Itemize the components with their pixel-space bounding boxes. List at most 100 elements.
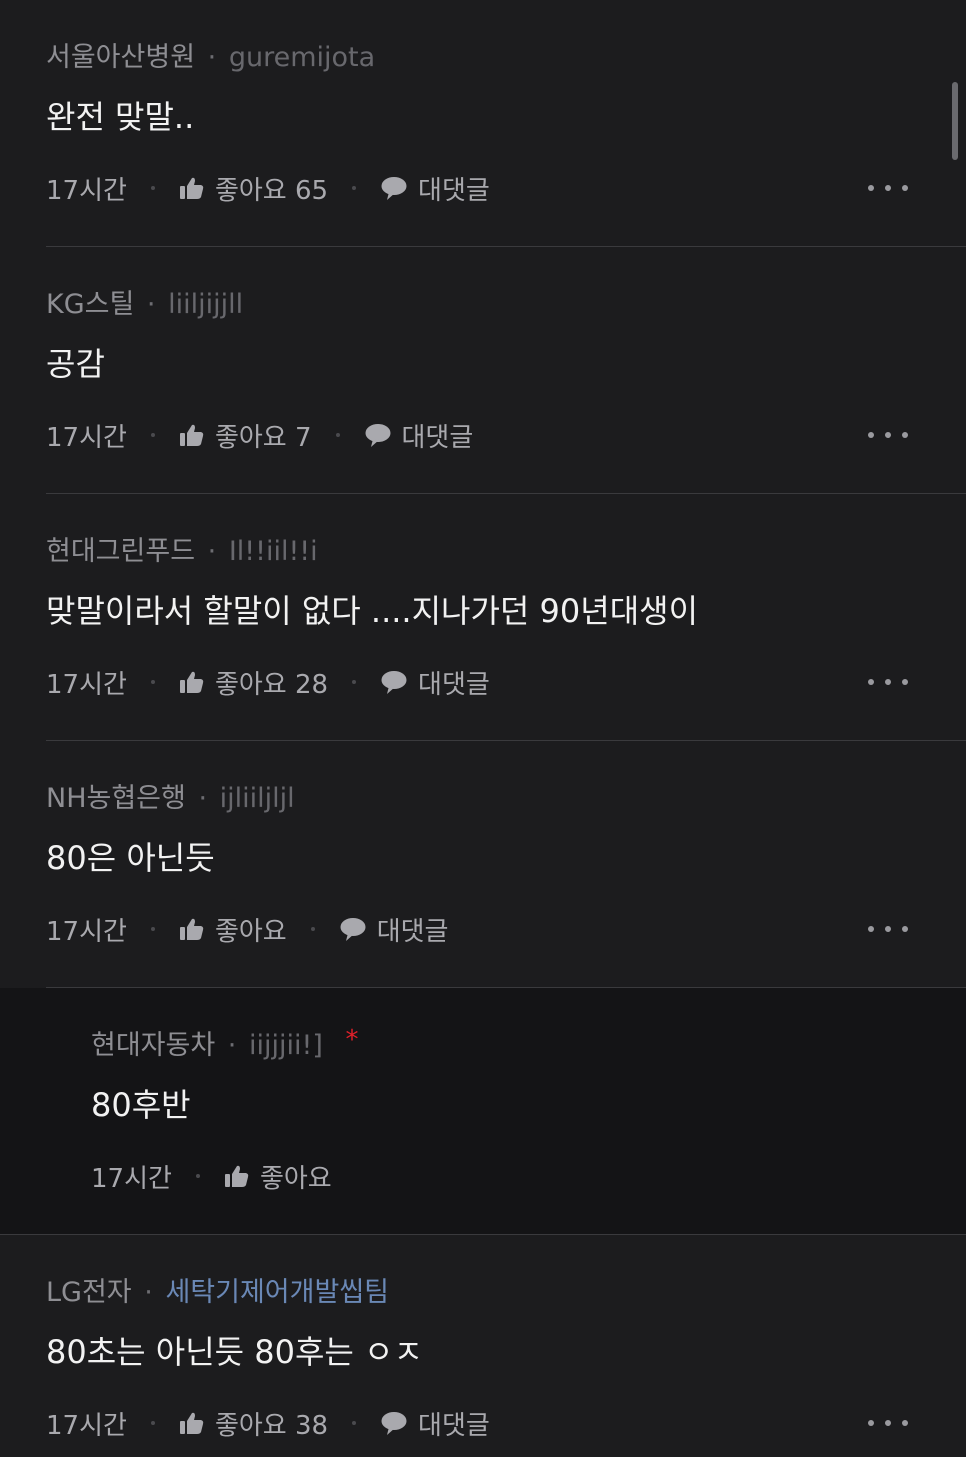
more-dots-icon[interactable] — [868, 909, 908, 949]
more-dots-icon[interactable] — [868, 415, 908, 455]
author-separator: · — [207, 42, 217, 73]
author-company[interactable]: 서울아산병원 — [46, 42, 195, 73]
reply-item: 현대자동차 · iijjjii!] * 80후반 17시간 좋아요 — [0, 988, 966, 1235]
comment-time: 17시간 — [46, 669, 127, 700]
comment-meta: 17시간 좋아요 — [91, 1156, 332, 1196]
comment-meta: 17시간 좋아요 대댓글 — [46, 909, 448, 949]
like-button[interactable]: 좋아요 7 — [179, 417, 312, 454]
author-nickname[interactable]: ijliiljljl — [220, 783, 295, 814]
like-button[interactable]: 좋아요 38 — [179, 1405, 328, 1442]
like-label: 좋아요 28 — [214, 669, 329, 700]
reply-button[interactable]: 대댓글 — [380, 1405, 490, 1442]
comment-author-line: 현대자동차 · iijjjii!] * — [91, 1025, 359, 1066]
comment-author-line: NH농협은행 · ijliiljljl — [46, 779, 295, 819]
comment-item: 서울아산병원 · guremijota 완전 맞말.. 17시간 좋아요 65 — [0, 0, 966, 247]
author-company[interactable]: LG전자 — [46, 1277, 132, 1308]
comment-item: 현대그린푸드 · Il!!iil!!i 맞말이라서 할말이 없다 ....지나가… — [0, 494, 966, 741]
meta-separator — [352, 1421, 357, 1425]
comment-text: 완전 맞말.. — [46, 98, 195, 136]
author-company[interactable]: NH농협은행 — [46, 783, 186, 814]
meta-separator — [150, 680, 155, 684]
thumbs-up-icon — [179, 670, 205, 694]
comment-item: KG스틸 · liiljijjll 공감 17시간 좋아요 7 대댓글 — [0, 247, 966, 494]
like-label: 좋아요 — [214, 916, 287, 947]
author-company[interactable]: 현대그린푸드 — [46, 536, 195, 567]
comment-author-line: 현대그린푸드 · Il!!iil!!i — [46, 532, 318, 572]
comment-meta: 17시간 좋아요 65 대댓글 — [46, 168, 490, 208]
meta-separator — [150, 927, 155, 931]
like-button[interactable]: 좋아요 — [224, 1158, 332, 1195]
comment-item: LG전자 · 세탁기제어개발씹팀 80초는 아닌듯 80후는 ㅇㅈ 17시간 좋… — [0, 1235, 966, 1457]
meta-separator — [352, 680, 357, 684]
meta-separator — [352, 186, 357, 190]
like-button[interactable]: 좋아요 — [179, 911, 287, 948]
like-button[interactable]: 좋아요 28 — [179, 664, 328, 701]
reply-label: 대댓글 — [376, 916, 449, 947]
comment-text: 80은 아닌듯 — [46, 839, 215, 877]
more-dots-icon[interactable] — [868, 1403, 908, 1443]
author-company[interactable]: KG스틸 — [46, 289, 134, 320]
comment-text: 80초는 아닌듯 80후는 ㅇㅈ — [46, 1333, 423, 1371]
thumbs-up-icon — [179, 1411, 205, 1435]
author-separator: · — [198, 783, 208, 814]
author-separator: · — [227, 1030, 237, 1061]
meta-separator — [335, 433, 340, 437]
comment-text: 공감 — [46, 345, 105, 383]
comment-author-line: KG스틸 · liiljijjll — [46, 285, 243, 325]
speech-bubble-icon — [364, 422, 392, 448]
comment-feed: 서울아산병원 · guremijota 완전 맞말.. 17시간 좋아요 65 — [0, 0, 966, 1457]
comment-meta: 17시간 좋아요 38 대댓글 — [46, 1403, 490, 1443]
speech-bubble-icon — [380, 1410, 408, 1436]
comment-text: 맞말이라서 할말이 없다 ....지나가던 90년대생이 — [46, 592, 699, 630]
more-dots-icon[interactable] — [868, 662, 908, 702]
thumbs-up-icon — [179, 176, 205, 200]
comment-time: 17시간 — [91, 1163, 172, 1194]
meta-separator — [150, 433, 155, 437]
reply-button[interactable]: 대댓글 — [339, 911, 449, 948]
meta-separator — [150, 186, 155, 190]
like-button[interactable]: 좋아요 65 — [179, 170, 328, 207]
like-label: 좋아요 38 — [214, 1410, 329, 1441]
reply-button[interactable]: 대댓글 — [380, 664, 490, 701]
author-company[interactable]: 현대자동차 — [91, 1030, 215, 1061]
comment-meta: 17시간 좋아요 7 대댓글 — [46, 415, 473, 455]
meta-separator — [150, 1421, 155, 1425]
speech-bubble-icon — [339, 916, 367, 942]
author-separator: · — [144, 1277, 153, 1308]
comment-meta: 17시간 좋아요 28 대댓글 — [46, 662, 490, 702]
like-label: 좋아요 65 — [214, 175, 329, 206]
author-nickname[interactable]: iijjjii!] — [249, 1030, 323, 1061]
thumbs-up-icon — [224, 1164, 250, 1188]
comment-text: 80후반 — [91, 1086, 191, 1124]
comment-item: NH농협은행 · ijliiljljl 80은 아닌듯 17시간 좋아요 대댓글 — [0, 741, 966, 988]
author-separator: · — [207, 536, 217, 567]
meta-separator — [310, 927, 315, 931]
comment-time: 17시간 — [46, 175, 127, 206]
reply-label: 대댓글 — [401, 422, 474, 453]
author-nickname[interactable]: guremijota — [229, 42, 375, 73]
author-nickname[interactable]: 세탁기제어개발씹팀 — [165, 1277, 389, 1308]
like-label: 좋아요 — [259, 1163, 332, 1194]
author-nickname[interactable]: liiljijjll — [168, 289, 243, 320]
comment-time: 17시간 — [46, 422, 127, 453]
reply-label: 대댓글 — [418, 669, 490, 700]
meta-separator — [195, 1174, 200, 1178]
op-mark: * — [345, 1025, 359, 1055]
reply-button[interactable]: 대댓글 — [364, 417, 474, 454]
like-label: 좋아요 7 — [214, 422, 312, 453]
comment-author-line: 서울아산병원 · guremijota — [46, 38, 375, 78]
more-dots-icon[interactable] — [868, 168, 908, 208]
author-separator: · — [146, 289, 156, 320]
reply-label: 대댓글 — [418, 175, 490, 206]
reply-label: 대댓글 — [418, 1410, 490, 1441]
speech-bubble-icon — [380, 175, 408, 201]
comment-author-line: LG전자 · 세탁기제어개발씹팀 — [46, 1273, 389, 1313]
reply-button[interactable]: 대댓글 — [380, 170, 490, 207]
scrollbar-thumb[interactable] — [952, 82, 958, 160]
thumbs-up-icon — [179, 423, 205, 447]
thumbs-up-icon — [179, 917, 205, 941]
comment-time: 17시간 — [46, 916, 127, 947]
comment-time: 17시간 — [46, 1410, 127, 1441]
speech-bubble-icon — [380, 669, 408, 695]
author-nickname[interactable]: Il!!iil!!i — [229, 536, 318, 567]
